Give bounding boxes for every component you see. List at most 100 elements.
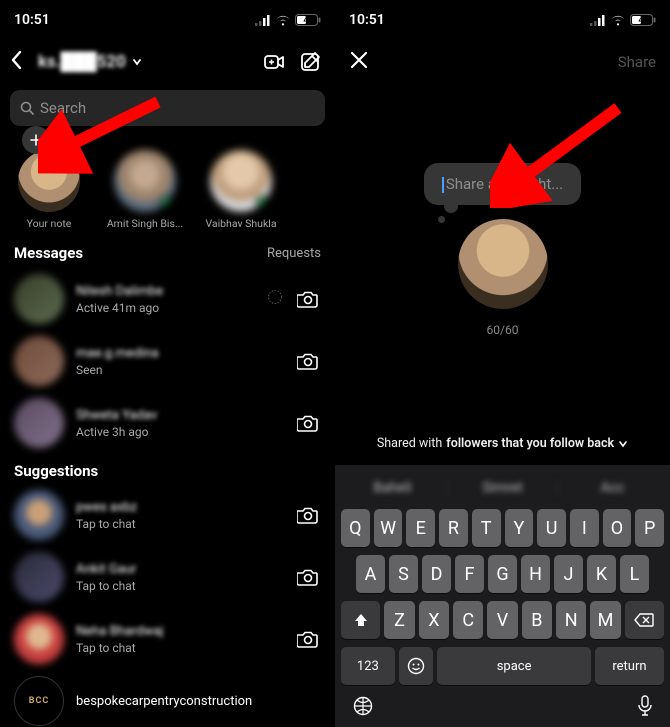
search-icon	[20, 101, 34, 115]
shift-icon	[353, 612, 369, 628]
avatar	[210, 150, 272, 212]
camera-icon	[297, 567, 319, 587]
key[interactable]: Y	[505, 509, 534, 547]
close-button[interactable]	[349, 50, 369, 74]
space-key[interactable]: space	[437, 647, 591, 685]
share-button[interactable]: Share	[618, 53, 656, 71]
chat-row[interactable]: Nilesh Dalimbe Active 41m ago	[0, 268, 335, 330]
note-editor-header: Share	[335, 40, 670, 84]
dictation-key[interactable]	[637, 695, 653, 721]
key[interactable]: S	[389, 555, 418, 593]
key[interactable]: L	[620, 555, 649, 593]
avatar	[14, 398, 64, 448]
audience-value: followers that you follow back	[446, 436, 614, 451]
status-time: 10:51	[349, 12, 385, 28]
suggestion-row[interactable]: Ankit Gaur Tap to chat	[0, 546, 335, 608]
suggestion-row[interactable]: BCC bespokecarpentryconstruction	[0, 670, 335, 726]
camera-button[interactable]	[295, 351, 321, 371]
key[interactable]: X	[419, 601, 449, 639]
shift-key[interactable]	[341, 601, 380, 639]
camera-icon	[297, 505, 319, 525]
camera-icon	[297, 289, 319, 309]
key[interactable]: O	[603, 509, 632, 547]
key[interactable]: H	[521, 555, 550, 593]
camera-button[interactable]	[295, 629, 321, 649]
avatar	[14, 336, 64, 386]
chat-row[interactable]: Shweta Yadav Active 3h ago	[0, 392, 335, 454]
text-caret	[442, 177, 444, 193]
emoji-key[interactable]	[399, 647, 434, 685]
key[interactable]: N	[556, 601, 586, 639]
key[interactable]: R	[439, 509, 468, 547]
friend-note[interactable]: Vaibhav Shukla	[202, 140, 280, 230]
key[interactable]: D	[422, 555, 451, 593]
close-friend-ring-icon	[267, 289, 283, 309]
keyboard: Baheli Simret Acc Q W E R T Y U I O P A …	[335, 465, 670, 727]
signal-icon	[590, 15, 606, 26]
chevron-down-icon[interactable]	[132, 57, 142, 67]
key[interactable]: T	[472, 509, 501, 547]
new-video-call-button[interactable]	[259, 47, 289, 77]
backspace-key[interactable]	[625, 601, 664, 639]
mode-key[interactable]: 123	[341, 647, 395, 685]
back-button[interactable]	[10, 50, 32, 74]
audience-selector[interactable]: Shared with followers that you follow ba…	[335, 426, 670, 465]
key[interactable]: Z	[384, 601, 414, 639]
chat-name: Shweta Yadav	[76, 408, 283, 423]
backspace-icon	[634, 613, 654, 627]
key[interactable]: E	[406, 509, 435, 547]
status-icons: 43	[255, 14, 321, 26]
note-label: Your note	[10, 217, 88, 230]
requests-link[interactable]: Requests	[267, 246, 321, 261]
compose-button[interactable]	[295, 47, 325, 77]
suggestion-row[interactable]: Neha Bhardwaj Tap to chat	[0, 608, 335, 670]
chat-row[interactable]: mae.g.medina Seen	[0, 330, 335, 392]
globe-key[interactable]	[352, 695, 374, 721]
note-label: Vaibhav Shukla	[202, 217, 280, 230]
suggestion-name: pwes axbz	[76, 500, 283, 515]
camera-button[interactable]	[295, 505, 321, 525]
key[interactable]: P	[635, 509, 664, 547]
key[interactable]: A	[356, 555, 385, 593]
kb-suggestion[interactable]: Acc	[558, 480, 667, 496]
key[interactable]: J	[554, 555, 583, 593]
annotation-arrow-left	[38, 94, 168, 174]
key[interactable]: K	[587, 555, 616, 593]
camera-icon	[297, 351, 319, 371]
key[interactable]: U	[537, 509, 566, 547]
suggestions-title: Suggestions	[0, 454, 335, 484]
avatar	[14, 614, 64, 664]
key[interactable]: C	[453, 601, 483, 639]
suggestion-row[interactable]: pwes axbz Tap to chat	[0, 484, 335, 546]
account-username[interactable]: ks.███520	[38, 52, 126, 72]
chat-name: Nilesh Dalimbe	[76, 284, 255, 299]
audience-prefix: Shared with	[377, 436, 442, 451]
key[interactable]: M	[590, 601, 620, 639]
key[interactable]: I	[570, 509, 599, 547]
return-key[interactable]: return	[595, 647, 664, 685]
kb-row-1: Q W E R T Y U I O P	[338, 505, 667, 551]
key[interactable]: G	[488, 555, 517, 593]
suggestion-name: Ankit Gaur	[76, 562, 283, 577]
camera-button[interactable]	[295, 567, 321, 587]
kb-suggestion[interactable]: Simret	[448, 480, 558, 496]
key[interactable]: V	[487, 601, 517, 639]
online-indicator	[256, 196, 270, 210]
suggestion-sub: Tap to chat	[76, 517, 283, 531]
right-screen: 10:51 43 Share Share a thought... 60/60 …	[335, 0, 670, 727]
dm-header: ks.███520	[0, 40, 335, 84]
key[interactable]: F	[455, 555, 484, 593]
key[interactable]: B	[522, 601, 552, 639]
camera-button[interactable]	[295, 289, 321, 309]
left-screen: 10:51 43 ks.███520 Search	[0, 0, 335, 727]
avatar	[14, 490, 64, 540]
camera-button[interactable]	[295, 413, 321, 433]
key[interactable]: W	[374, 509, 403, 547]
key[interactable]: Q	[341, 509, 370, 547]
chevron-down-icon	[618, 439, 628, 449]
kb-suggestion[interactable]: Baheli	[338, 480, 448, 496]
chat-status: Active 41m ago	[76, 301, 255, 315]
mic-icon	[637, 695, 653, 717]
signal-icon	[255, 15, 271, 26]
camera-icon	[297, 629, 319, 649]
